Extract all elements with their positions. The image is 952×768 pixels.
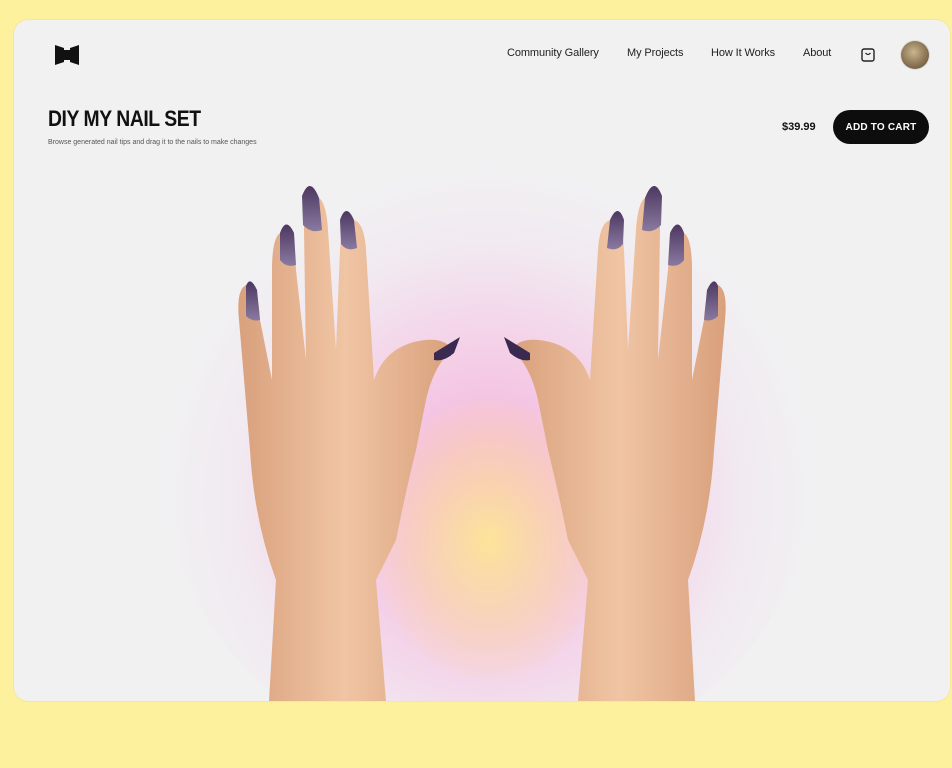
main-card: Community Gallery My Projects How It Wor… (14, 20, 950, 701)
hands-illustration (238, 185, 726, 701)
right-hand (504, 185, 726, 701)
left-hand (238, 185, 460, 701)
